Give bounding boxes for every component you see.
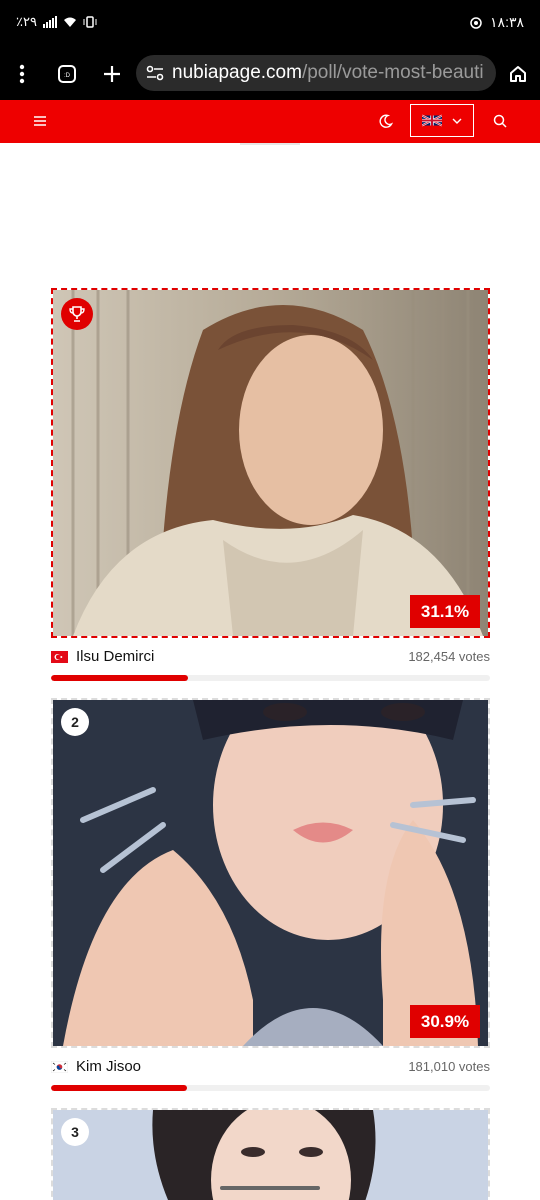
url-path: /poll/vote-most-beauti <box>301 62 484 83</box>
vibrate-icon <box>83 16 97 28</box>
url-bar[interactable]: nubiapage.com/poll/vote-most-beauti <box>136 55 496 91</box>
battery-percent: ٪۲۹ <box>16 14 37 29</box>
status-left: ٪۲۹ <box>16 14 97 30</box>
vote-progress-bar <box>51 675 490 681</box>
site-settings-icon[interactable] <box>146 65 164 81</box>
signal-icon <box>42 16 57 28</box>
candidate-photo-image <box>53 700 488 1046</box>
entry-meta: Ilsu Demirci 182,454 votes <box>51 648 490 668</box>
moon-icon[interactable] <box>378 114 394 134</box>
vote-progress-fill <box>51 675 188 681</box>
header-divider <box>240 143 300 145</box>
home-icon[interactable] <box>504 60 532 88</box>
poll-entry-2[interactable]: 2 30.9% Kim Jisoo 181,010 votes <box>51 698 490 1093</box>
rank-badge: 2 <box>61 708 89 736</box>
new-tab-plus-icon[interactable] <box>98 60 126 88</box>
candidate-photo[interactable]: 2 30.9% <box>51 698 490 1048</box>
language-selector[interactable] <box>410 104 474 137</box>
url-domain: nubiapage.com <box>172 62 302 83</box>
site-header <box>0 100 540 143</box>
menu-dots-icon[interactable] <box>8 60 36 88</box>
tabs-icon[interactable]: :D <box>53 60 81 88</box>
candidate-photo[interactable]: 31.1% <box>51 288 490 638</box>
svg-text::D: :D <box>64 73 71 79</box>
candidate-name: Ilsu Demirci <box>76 648 155 665</box>
candidate-name: Kim Jisoo <box>76 1058 142 1075</box>
vote-progress-bar <box>51 1085 490 1091</box>
browser-toolbar: :D nubiapage.com/poll/vote-most-beauti <box>0 46 540 100</box>
search-icon[interactable] <box>493 114 507 133</box>
turkey-flag-icon <box>51 651 68 663</box>
rank-badge: 3 <box>61 1118 89 1146</box>
vote-count: 181,010 votes <box>408 1059 490 1074</box>
uk-flag-icon <box>422 114 442 127</box>
hamburger-icon[interactable] <box>33 114 47 132</box>
status-right: ۱۸:۳۸ <box>470 14 524 31</box>
clock: ۱۸:۳۸ <box>490 14 524 30</box>
status-bar: ٪۲۹ ۱۸:۳۸ <box>0 0 540 46</box>
candidate-photo-image <box>53 290 488 636</box>
entry-meta: Kim Jisoo 181,010 votes <box>51 1058 490 1078</box>
chevron-down-icon <box>452 118 462 124</box>
vote-count: 182,454 votes <box>408 649 490 664</box>
home-indicator[interactable] <box>220 1186 320 1190</box>
vote-percent-badge: 30.9% <box>410 1005 480 1038</box>
trophy-icon <box>61 298 93 330</box>
korea-flag-icon <box>51 1061 68 1073</box>
wifi-icon <box>63 17 76 27</box>
vote-progress-fill <box>51 1085 187 1091</box>
vote-percent-badge: 31.1% <box>410 595 480 628</box>
poll-entry-1[interactable]: 31.1% Ilsu Demirci 182,454 votes <box>51 288 490 683</box>
record-icon <box>470 16 482 29</box>
